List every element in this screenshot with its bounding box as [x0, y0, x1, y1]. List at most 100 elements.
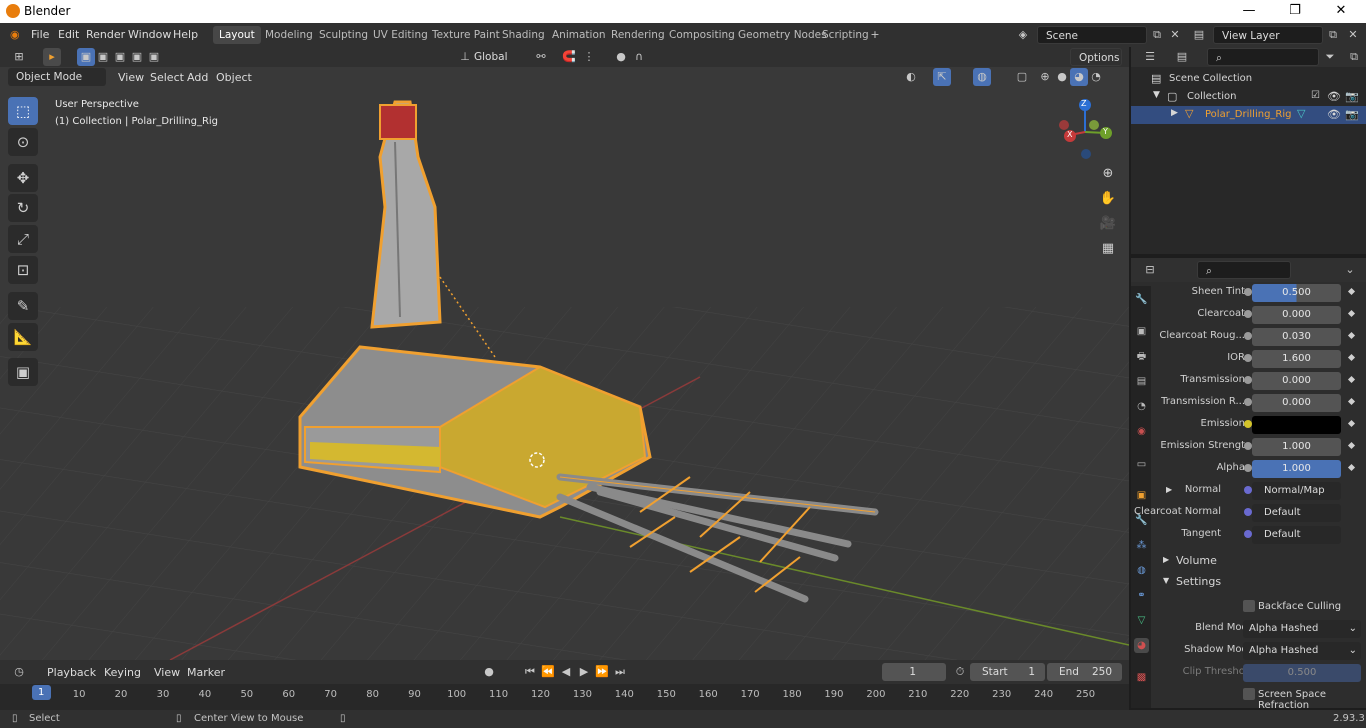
property-value-field[interactable]: 0.500: [1252, 284, 1341, 302]
menu-window[interactable]: Window: [128, 28, 171, 41]
gizmo-toggle-icon[interactable]: ⇱: [933, 68, 951, 86]
pan-hand-icon[interactable]: ✋: [1097, 188, 1119, 210]
scene-name-field[interactable]: Scene: [1037, 26, 1147, 44]
clock-icon[interactable]: ⏱: [951, 663, 969, 681]
tool-rotate[interactable]: ↻: [8, 194, 38, 222]
keyframe-icon[interactable]: [1347, 287, 1356, 296]
end-frame-field[interactable]: End 250: [1047, 663, 1122, 681]
float-socket-icon[interactable]: [1244, 442, 1252, 450]
property-value-field[interactable]: 1.000: [1252, 438, 1341, 456]
property-value-field[interactable]: 0.000: [1252, 394, 1341, 412]
tab-rendering[interactable]: Rendering: [605, 26, 671, 44]
play-icon[interactable]: ▶: [575, 663, 593, 681]
outliner-row-collection[interactable]: ▼ ▢ Collection ☑ 👁 📷: [1131, 88, 1366, 106]
property-value-field[interactable]: 0.000: [1252, 372, 1341, 390]
new-scene-icon[interactable]: ⧉: [1148, 26, 1166, 44]
expand-arrow-icon[interactable]: ▼: [1153, 90, 1160, 100]
keyframe-icon[interactable]: [1347, 353, 1356, 362]
ssr-row[interactable]: Screen Space Refraction: [1151, 684, 1366, 708]
properties-editor-icon[interactable]: ⊟: [1141, 261, 1159, 279]
minimize-icon[interactable]: —: [1234, 2, 1264, 20]
jump-keyframe-forward-icon[interactable]: ⏩: [593, 663, 611, 681]
transform-orientation-dropdown[interactable]: Global: [472, 48, 524, 66]
property-value-field[interactable]: 1.000: [1252, 460, 1341, 478]
exclude-checkbox-icon[interactable]: ☑: [1311, 90, 1320, 101]
keyframe-icon[interactable]: [1347, 309, 1356, 318]
data-tab-icon[interactable]: ▽: [1134, 613, 1149, 628]
float-socket-icon[interactable]: [1244, 354, 1252, 362]
camera-view-icon[interactable]: 🎥: [1097, 213, 1119, 235]
tool-annotate[interactable]: ✎: [8, 292, 38, 320]
properties-options-icon[interactable]: ⌄: [1341, 261, 1359, 279]
texture-tab-icon[interactable]: ▩: [1134, 670, 1149, 685]
float-socket-icon[interactable]: [1244, 288, 1252, 296]
render-tab-icon[interactable]: ▣: [1134, 324, 1149, 339]
keyframe-icon[interactable]: [1347, 463, 1356, 472]
tab-shading[interactable]: Shading: [496, 26, 551, 44]
gizmo-z-label[interactable]: Z: [1081, 99, 1086, 108]
scene-tab-icon[interactable]: ◔: [1134, 399, 1149, 414]
expand-arrow-icon[interactable]: ▶: [1166, 485, 1172, 494]
tool-transform[interactable]: ⊡: [8, 256, 38, 284]
property-socket-field[interactable]: Default: [1252, 504, 1341, 522]
expand-arrow-icon[interactable]: ▶: [1171, 108, 1178, 118]
physics-tab-icon[interactable]: ◍: [1134, 563, 1149, 578]
keyframe-icon[interactable]: [1347, 397, 1356, 406]
keyframe-icon[interactable]: [1347, 441, 1356, 450]
world-tab-icon[interactable]: ◉: [1134, 424, 1149, 439]
view-layer-tab-icon[interactable]: ▤: [1134, 374, 1149, 389]
perspective-toggle-icon[interactable]: ▦: [1097, 238, 1119, 260]
output-tab-icon[interactable]: 🖶: [1134, 349, 1149, 364]
camera-render-icon[interactable]: 📷: [1345, 108, 1359, 121]
delete-scene-icon[interactable]: ✕: [1166, 26, 1184, 44]
float-socket-icon[interactable]: [1244, 310, 1252, 318]
record-icon[interactable]: ●: [480, 663, 498, 681]
tool-measure[interactable]: 📐: [8, 323, 38, 351]
ssr-checkbox[interactable]: [1243, 688, 1255, 700]
viewport-menu-view[interactable]: View: [118, 71, 144, 84]
tab-sculpting[interactable]: Sculpting: [313, 26, 374, 44]
tool-select-box[interactable]: ⬚: [8, 97, 38, 125]
tab-uv-editing[interactable]: UV Editing: [367, 26, 434, 44]
property-value-field[interactable]: 0.000: [1252, 306, 1341, 324]
vector-socket-icon[interactable]: [1244, 508, 1252, 516]
property-value-field[interactable]: 0.030: [1252, 328, 1341, 346]
gizmo-x-label[interactable]: X: [1067, 130, 1072, 139]
rendered-shading-icon[interactable]: ◔: [1087, 68, 1105, 86]
tab-compositing[interactable]: Compositing: [663, 26, 741, 44]
snap-icon[interactable]: 🧲: [560, 48, 578, 66]
proportional-editing-icon[interactable]: ●: [612, 48, 630, 66]
current-frame-field[interactable]: 1: [882, 663, 946, 681]
property-value-field[interactable]: 1.600: [1252, 350, 1341, 368]
outliner-row-scene-collection[interactable]: ▤ Scene Collection: [1131, 70, 1366, 88]
property-socket-field[interactable]: Default: [1252, 526, 1341, 544]
tool-cursor[interactable]: ⊙: [8, 128, 38, 156]
keyframe-icon[interactable]: [1347, 375, 1356, 384]
close-icon[interactable]: ✕: [1326, 2, 1356, 20]
menu-help[interactable]: Help: [173, 28, 198, 41]
tab-modeling[interactable]: Modeling: [259, 26, 319, 44]
tool-scale[interactable]: ⤢: [8, 225, 38, 253]
vector-socket-icon[interactable]: [1244, 530, 1252, 538]
tab-texture-paint[interactable]: Texture Paint: [426, 26, 506, 44]
timeline-menu-view[interactable]: View: [154, 666, 180, 679]
select-mode-extend-icon[interactable]: ▣: [94, 48, 112, 66]
outliner-search-input[interactable]: ⌕: [1207, 48, 1319, 66]
delete-view-layer-icon[interactable]: ✕: [1344, 26, 1362, 44]
options-dropdown[interactable]: Options: [1070, 48, 1122, 66]
outliner-display-mode-icon[interactable]: ▤: [1173, 48, 1191, 66]
solid-shading-icon[interactable]: ●: [1053, 68, 1071, 86]
tab-layout[interactable]: Layout: [213, 26, 261, 44]
float-socket-icon[interactable]: [1244, 464, 1252, 472]
filter-icon[interactable]: ⏷: [1321, 48, 1339, 66]
object-tab-icon[interactable]: ▣: [1134, 488, 1149, 503]
select-tool-icon[interactable]: ▸: [43, 48, 61, 66]
timeline-menu-playback[interactable]: Playback: [47, 666, 96, 679]
scene-selector-icon[interactable]: ◈: [1014, 26, 1032, 44]
float-socket-icon[interactable]: [1244, 332, 1252, 340]
select-mode-intersect-icon[interactable]: ▣: [145, 48, 163, 66]
property-socket-field[interactable]: Normal/Map: [1252, 482, 1341, 500]
viewport-menu-select[interactable]: Select: [150, 71, 184, 84]
timeline-editor-icon[interactable]: ◷: [10, 663, 28, 681]
outliner-row-object[interactable]: ▶ ▽ Polar_Drilling_Rig ▽ 👁 📷: [1131, 106, 1366, 124]
